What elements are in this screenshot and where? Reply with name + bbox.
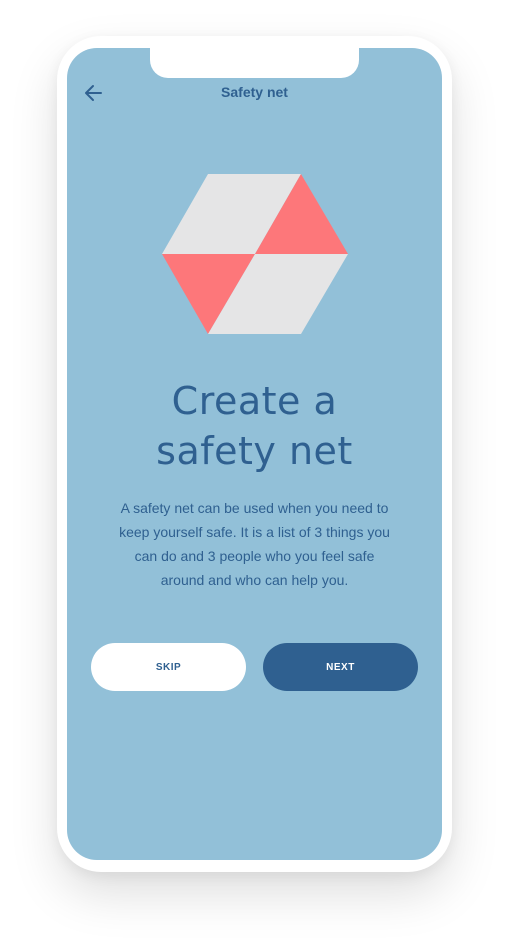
app-screen: Safety net Create a safety net A safety …: [67, 48, 442, 860]
headline: Create a safety net: [67, 376, 442, 476]
page-title: Safety net: [221, 84, 288, 100]
description-text: A safety net can be used when you need t…: [119, 500, 390, 588]
device-notch: [150, 48, 359, 78]
next-button-label: NEXT: [326, 661, 355, 673]
headline-line-1: Create a: [171, 379, 338, 423]
skip-button[interactable]: SKIP: [91, 643, 246, 691]
phone-frame: Safety net Create a safety net A safety …: [57, 36, 452, 872]
next-button[interactable]: NEXT: [263, 643, 418, 691]
headline-line-2: safety net: [156, 429, 353, 473]
hexagon-cube-icon: [162, 174, 348, 334]
skip-button-label: SKIP: [155, 661, 182, 673]
